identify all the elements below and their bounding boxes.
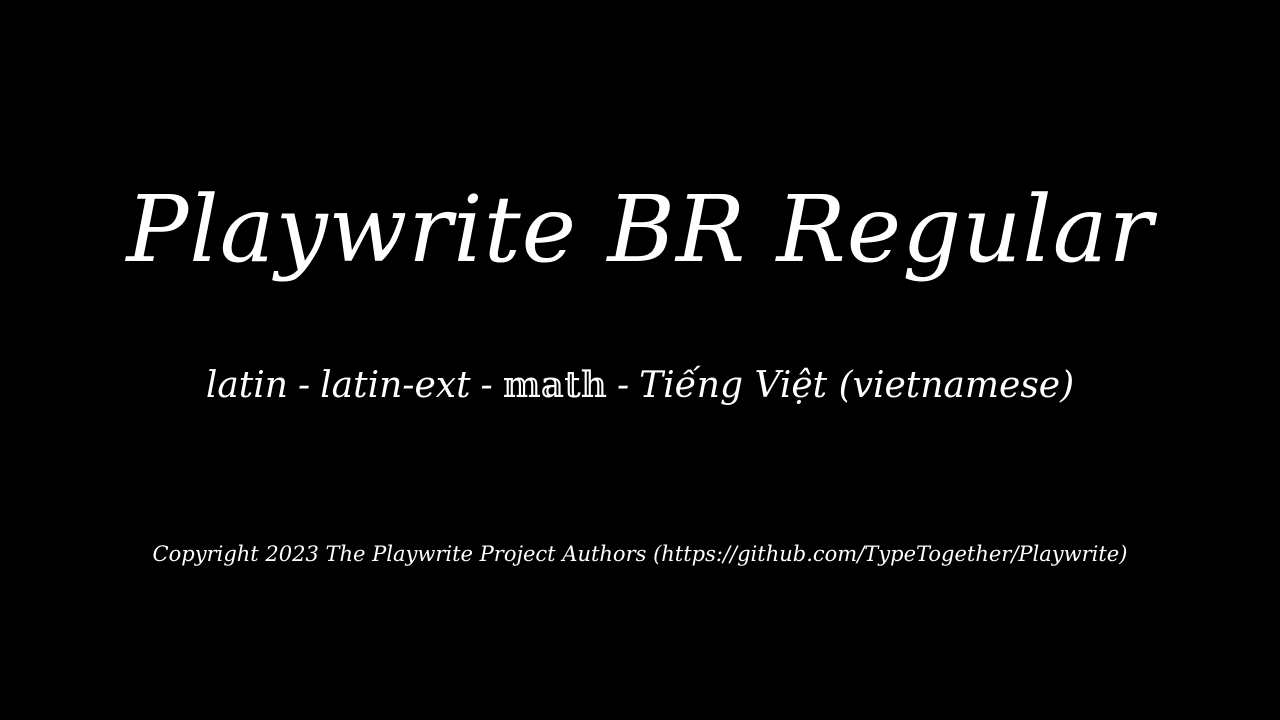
subset-separator: - (297, 365, 311, 406)
font-specimen: Playwrite BR Regular latin - latin-ext - 𝕞𝕒𝕥… (0, 0, 1280, 720)
subset-latin-ext: latin-ext (320, 365, 471, 406)
subset-separator: - (616, 365, 630, 406)
subset-list: latin - latin-ext - 𝕞𝕒𝕥𝕙 - Tiếng Việt (vietnam… (0, 358, 1280, 414)
subset-separator: - (480, 365, 493, 406)
subset-math: 𝕞𝕒𝕥𝕙 (502, 365, 607, 406)
subset-vietnamese: Tiếng Việt (vietnamese) (639, 365, 1075, 406)
subset-latin: latin (205, 365, 288, 406)
copyright-notice: Copyright 2023 The Playwrite Project Aut… (152, 542, 1128, 566)
font-title: Playwrite BR Regular (126, 176, 1154, 283)
